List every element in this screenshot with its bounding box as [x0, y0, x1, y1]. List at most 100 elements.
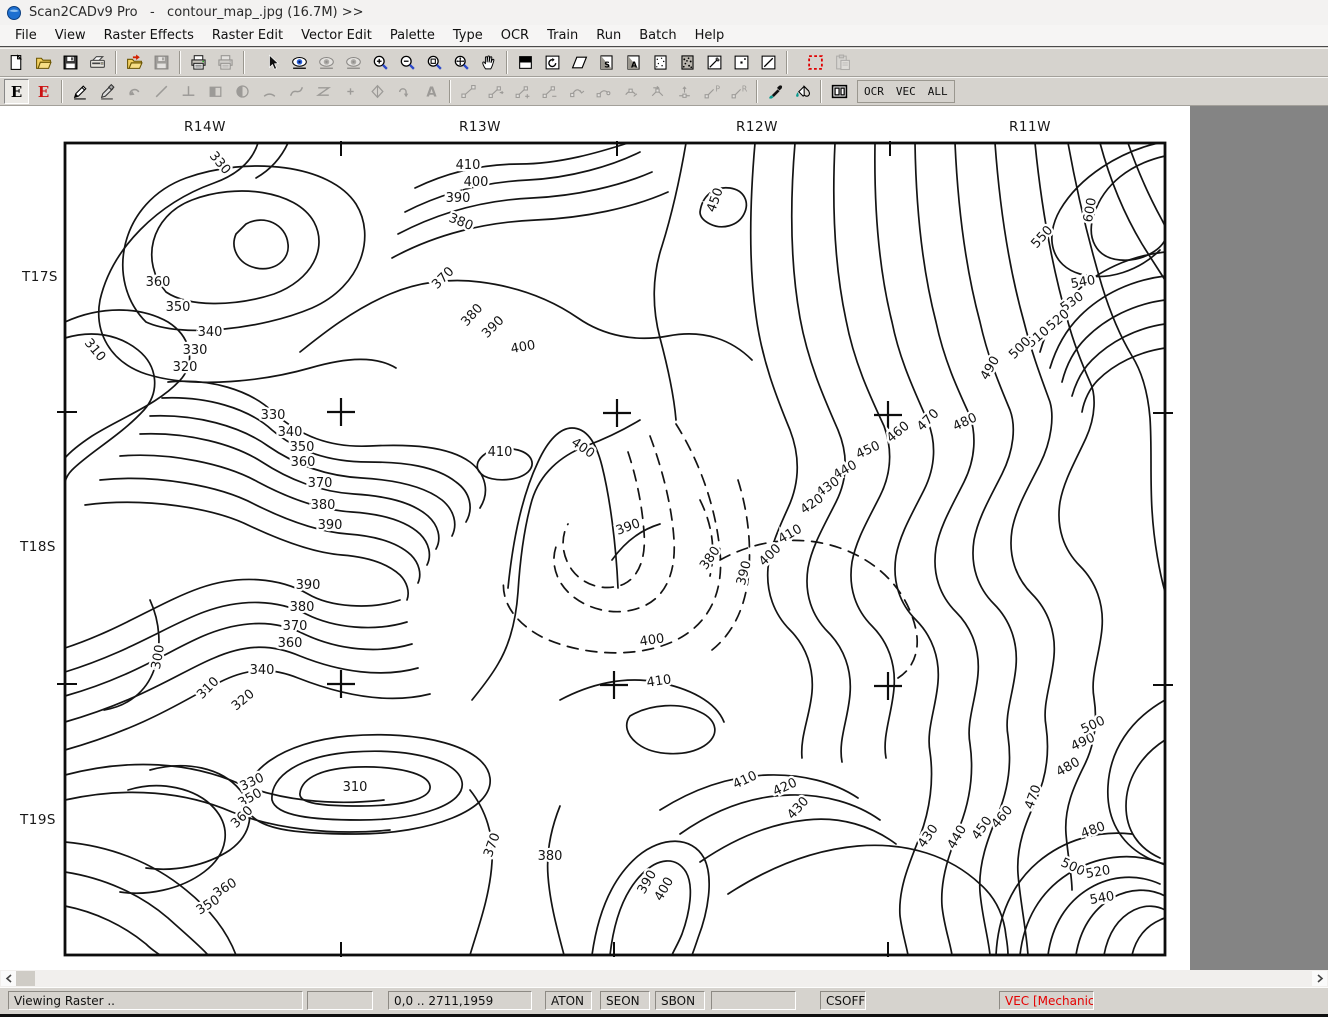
- fill-holes-button[interactable]: [675, 50, 700, 75]
- scanner-icon: [89, 54, 106, 71]
- open-button[interactable]: [31, 50, 56, 75]
- contour-elevation-label: 330: [183, 343, 208, 358]
- add-node-button: [510, 79, 535, 104]
- horizontal-scrollbar[interactable]: [0, 970, 1328, 987]
- menu-run[interactable]: Run: [587, 26, 630, 45]
- menu-help[interactable]: Help: [686, 26, 734, 45]
- draw-pencil-button[interactable]: [68, 79, 93, 104]
- thin-lines-button[interactable]: [702, 50, 727, 75]
- svg-text:E: E: [11, 83, 22, 100]
- rotate-icon: [544, 54, 561, 71]
- title-bar: Scan2CADv9 Pro - contour_map_.jpg (16.7M…: [0, 0, 1328, 25]
- range-label: R12W: [736, 119, 778, 135]
- zoom-in-button[interactable]: [368, 50, 393, 75]
- deskew-button[interactable]: [567, 50, 592, 75]
- drawing-canvas[interactable]: R14WR13WR12WR11WT17ST18ST19S330410400390…: [0, 106, 1190, 970]
- select-cursor-button[interactable]: [260, 50, 285, 75]
- view-vector-only-button: [341, 50, 366, 75]
- window-title: Scan2CADv9 Pro - contour_map_.jpg (16.7M…: [29, 5, 364, 20]
- menu-raster-edit[interactable]: Raster Edit: [203, 26, 292, 45]
- auto-clean-button[interactable]: A: [621, 50, 646, 75]
- contour-elevation-label: 340: [198, 325, 223, 340]
- rect-half-icon: [207, 83, 224, 100]
- all-mode-button[interactable]: ALL: [924, 82, 952, 101]
- svg-text:S: S: [604, 60, 610, 69]
- new-button[interactable]: [4, 50, 29, 75]
- delete-node-button: [537, 79, 562, 104]
- vec-mode-button[interactable]: VEC: [892, 82, 920, 101]
- ocr-mode-button[interactable]: OCR: [860, 82, 888, 101]
- contour-elevation-label: 360: [291, 455, 316, 470]
- raster-select-area-button[interactable]: [803, 50, 828, 75]
- township-label: T19S: [19, 812, 56, 828]
- menu-palette[interactable]: Palette: [381, 26, 444, 45]
- open-merge-button[interactable]: [122, 50, 147, 75]
- color-picker-button[interactable]: [763, 79, 788, 104]
- line-tool-button: [149, 79, 174, 104]
- rect-tool-button: [203, 79, 228, 104]
- contour-elevation-label: 320: [173, 360, 198, 375]
- chevron-right-icon[interactable]: [1312, 971, 1327, 986]
- contour-elevation-label: 370: [308, 476, 333, 491]
- polyline-tool-button: [311, 79, 336, 104]
- menu-batch[interactable]: Batch: [630, 26, 685, 45]
- toolbar-separator: [820, 80, 822, 103]
- scrollbar-thumb[interactable]: [16, 971, 35, 986]
- diamond-tool-button: [365, 79, 390, 104]
- chevron-left-icon[interactable]: [1, 971, 16, 986]
- zoom-out-button[interactable]: [395, 50, 420, 75]
- arc-tool-button: [257, 79, 282, 104]
- smooth-button[interactable]: S: [594, 50, 619, 75]
- menu-type[interactable]: Type: [444, 26, 492, 45]
- node-plus-icon: [514, 83, 531, 100]
- status-coords: 0,0 .. 2711,1959: [388, 991, 532, 1010]
- menu-view[interactable]: View: [46, 26, 95, 45]
- vector-edit-mode-button[interactable]: E: [31, 79, 56, 104]
- view-layout-button[interactable]: [827, 79, 852, 104]
- toolbar-separator: [449, 80, 451, 103]
- eyedropper-icon: [767, 83, 784, 100]
- status-csoff: CSOFF: [820, 991, 866, 1010]
- contour-elevation-label: 390: [296, 578, 321, 593]
- contour-elevation-label: 310: [343, 780, 368, 795]
- contour-elevation-label: 350: [290, 440, 315, 455]
- view-both-button[interactable]: [287, 50, 312, 75]
- range-label: R13W: [459, 119, 501, 135]
- draw-raster-line-button[interactable]: [756, 50, 781, 75]
- threshold-button[interactable]: [513, 50, 538, 75]
- remove-speckles-button[interactable]: [648, 50, 673, 75]
- pan-button[interactable]: [476, 50, 501, 75]
- menu-raster-effects[interactable]: Raster Effects: [95, 26, 203, 45]
- eye-icon: [291, 54, 308, 71]
- menu-file[interactable]: File: [6, 26, 46, 45]
- scan-button[interactable]: [85, 50, 110, 75]
- undo-button: [122, 79, 147, 104]
- erase-pencil-button[interactable]: [95, 79, 120, 104]
- zoom-window-button[interactable]: [422, 50, 447, 75]
- contour-elevation-label: 380: [311, 498, 336, 513]
- circle-tool-button: [230, 79, 255, 104]
- folder-import-icon: [126, 54, 143, 71]
- edit-vector-node-button: [456, 79, 481, 104]
- zoom-extents-icon: [453, 54, 470, 71]
- circle-half-icon: [234, 83, 251, 100]
- menu-vector-edit[interactable]: Vector Edit: [292, 26, 381, 45]
- contour-elevation-label: 340: [250, 663, 275, 678]
- menu-ocr[interactable]: OCR: [492, 26, 538, 45]
- print-button[interactable]: [186, 50, 211, 75]
- page-s-icon: S: [598, 54, 615, 71]
- plus-small-icon: [342, 83, 359, 100]
- raster-edit-mode-button[interactable]: E: [4, 79, 29, 104]
- range-label: R14W: [184, 119, 226, 135]
- rotate-image-button[interactable]: [540, 50, 565, 75]
- toolbar-separator: [115, 51, 117, 74]
- pixel-edit-button[interactable]: [729, 50, 754, 75]
- zoom-extents-button[interactable]: [449, 50, 474, 75]
- status-sbon: SBON: [655, 991, 705, 1010]
- flood-fill-button[interactable]: [790, 79, 815, 104]
- status-bar: Viewing Raster ..0,0 .. 2711,1959ATONSEO…: [0, 987, 1328, 1014]
- e-red-icon: E: [35, 83, 52, 100]
- save-button[interactable]: [58, 50, 83, 75]
- svg-text:E: E: [38, 83, 49, 100]
- menu-train[interactable]: Train: [538, 26, 587, 45]
